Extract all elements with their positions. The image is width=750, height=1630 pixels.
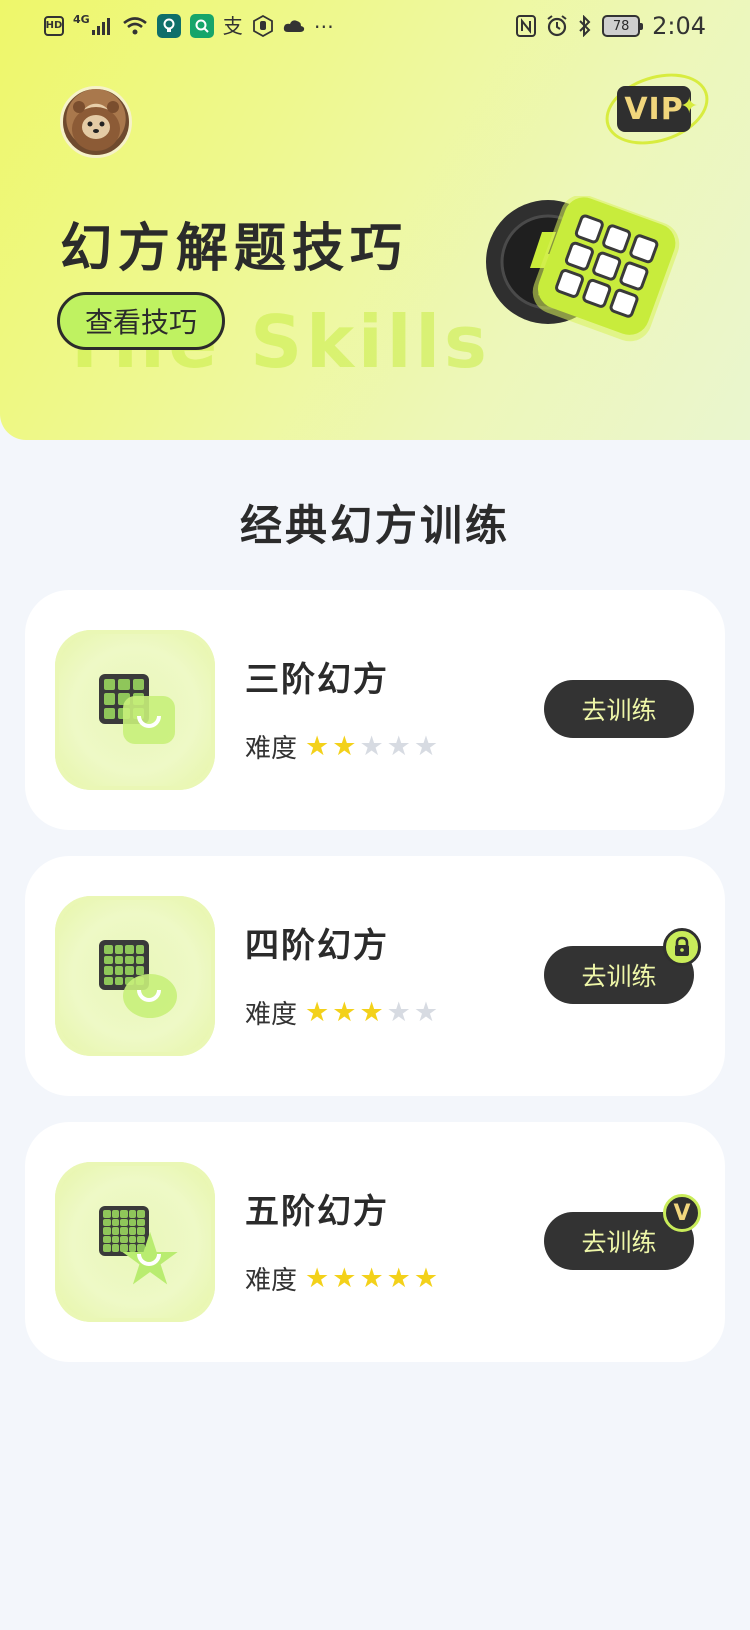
star-filled-icon: ★: [386, 1263, 411, 1294]
hd-icon: HD: [44, 16, 64, 36]
view-skills-button[interactable]: 查看技巧: [57, 292, 225, 350]
star-rating: ★ ★ ★ ★ ★: [305, 1265, 438, 1292]
network-4g-icon: 4G: [73, 13, 90, 26]
course-card-4[interactable]: 四阶幻方 难度 ★ ★ ★ ★ ★ 去训练: [25, 856, 725, 1096]
status-bar-right: 78 2:04: [516, 12, 706, 40]
course-title: 三阶幻方: [245, 660, 389, 700]
star-filled-icon: ★: [305, 997, 330, 1028]
status-bar-left: HD 4G 支 ⋯: [44, 14, 334, 38]
course-card-3[interactable]: 三阶幻方 难度 ★ ★ ★ ★ ★ 去训练: [25, 590, 725, 830]
header-banner: HD 4G 支 ⋯ 78 2:04 VIP ✦ The Skills 幻方解题技…: [0, 0, 750, 440]
star-filled-icon: ★: [332, 731, 357, 762]
difficulty-label: 难度: [245, 1266, 298, 1296]
course-title: 五阶幻方: [245, 1192, 389, 1232]
star-empty-icon: ★: [386, 731, 411, 762]
nfc-icon: [516, 15, 537, 37]
course-card-5[interactable]: ★ 五阶幻方 难度 ★ ★ ★ ★ ★ 去训练 V: [25, 1122, 725, 1362]
star-empty-icon: ★: [413, 997, 439, 1028]
avatar-character-icon: [72, 101, 120, 151]
status-bar: HD 4G 支 ⋯ 78 2:04: [0, 0, 750, 56]
course-thumbnail: [55, 630, 215, 790]
star-empty-icon: ★: [386, 997, 411, 1028]
star-rating: ★ ★ ★ ★ ★: [305, 733, 438, 760]
page-title: 幻方解题技巧: [60, 219, 409, 279]
star-filled-icon: ★: [305, 731, 330, 762]
course-thumbnail: [55, 896, 215, 1056]
start-training-button[interactable]: 去训练: [544, 680, 694, 738]
bulb-app-icon: [156, 14, 181, 38]
wifi-icon: [122, 16, 148, 36]
avatar[interactable]: [60, 86, 132, 158]
star-filled-icon: ★: [413, 1263, 439, 1294]
battery-icon: 78: [602, 15, 644, 37]
alipay-icon: 支: [222, 14, 243, 38]
star-filled-icon: ★: [332, 1263, 357, 1294]
bluetooth-icon: [578, 15, 592, 37]
more-icon: ⋯: [313, 14, 334, 38]
star-empty-icon: ★: [359, 731, 384, 762]
star-empty-icon: ★: [413, 731, 439, 762]
alarm-icon: [546, 15, 568, 37]
search-app-icon: [189, 14, 214, 38]
difficulty-label: 难度: [245, 1000, 298, 1030]
hand-icon: [252, 15, 274, 37]
star-filled-icon: ★: [305, 1263, 330, 1294]
difficulty-rating: 难度 ★ ★ ★ ★ ★: [245, 728, 438, 765]
cloud-icon: [283, 18, 305, 34]
status-time: 2:04: [652, 12, 706, 40]
difficulty-rating: 难度 ★ ★ ★ ★ ★: [245, 994, 438, 1031]
star-filled-icon: ★: [359, 1263, 384, 1294]
magic-square-illustration-icon: [486, 196, 680, 342]
signal-icon: [91, 16, 113, 36]
section-title: 经典幻方训练: [239, 501, 510, 550]
vip-badge-icon: V: [663, 1194, 701, 1232]
sparkle-icon: ✦: [680, 94, 699, 119]
lock-icon: [663, 928, 701, 966]
difficulty-label: 难度: [245, 734, 298, 764]
course-thumbnail: ★: [55, 1162, 215, 1322]
star-filled-icon: ★: [332, 997, 357, 1028]
course-title: 四阶幻方: [245, 926, 389, 966]
difficulty-rating: 难度 ★ ★ ★ ★ ★: [245, 1260, 438, 1297]
star-filled-icon: ★: [359, 997, 384, 1028]
star-rating: ★ ★ ★ ★ ★: [305, 999, 438, 1026]
